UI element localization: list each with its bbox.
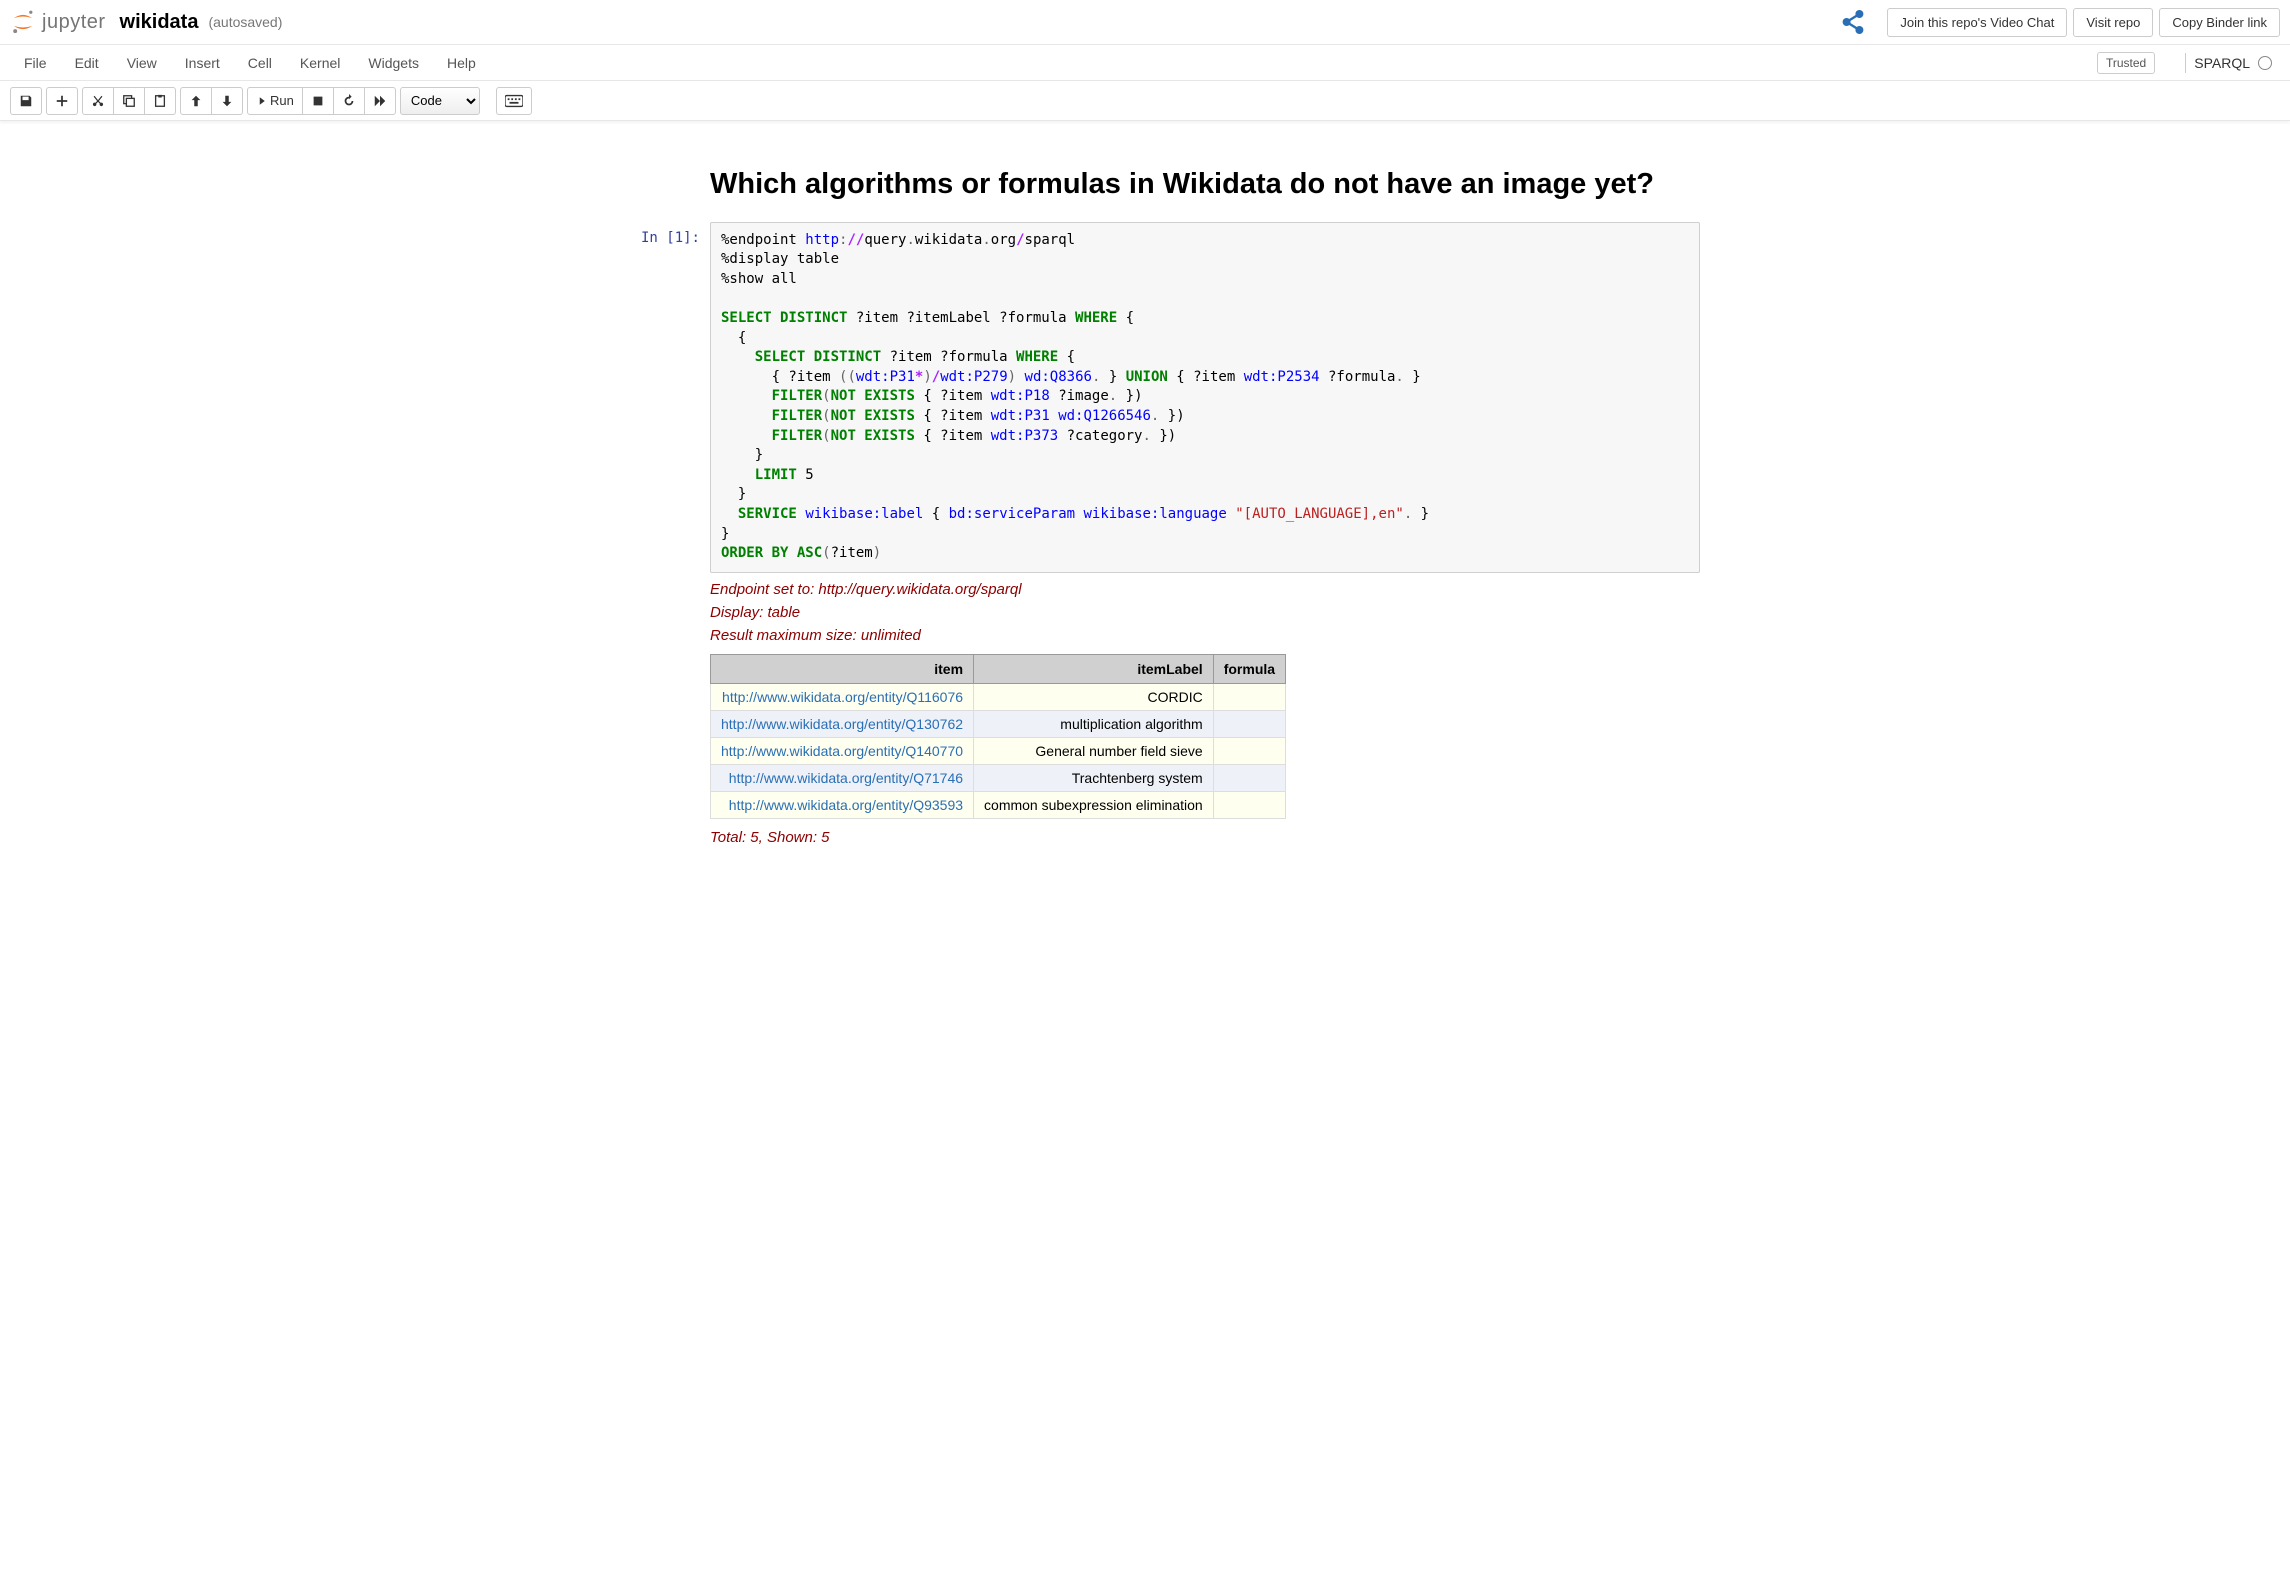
markdown-heading: Which algorithms or formulas in Wikidata… bbox=[710, 166, 1690, 204]
toolbar: Run Code bbox=[0, 81, 2290, 121]
move-down-button[interactable] bbox=[211, 87, 243, 115]
command-palette-button[interactable] bbox=[496, 87, 532, 115]
stop-icon bbox=[311, 94, 325, 108]
copy-binder-button[interactable]: Copy Binder link bbox=[2159, 8, 2280, 37]
table-header: itemLabel bbox=[974, 654, 1214, 683]
kernel-name[interactable]: SPARQL bbox=[2194, 55, 2250, 71]
item-label-cell: Trachtenberg system bbox=[974, 764, 1214, 791]
table-header: item bbox=[711, 654, 974, 683]
menu-help[interactable]: Help bbox=[433, 47, 490, 79]
table-row: http://www.wikidata.org/entity/Q71746 Tra… bbox=[711, 764, 1286, 791]
table-header: formula bbox=[1213, 654, 1285, 683]
table-row: http://www.wikidata.org/entity/Q140770 Ge… bbox=[711, 737, 1286, 764]
scissors-icon bbox=[91, 94, 105, 108]
fast-forward-icon bbox=[373, 94, 387, 108]
markdown-cell[interactable]: Which algorithms or formulas in Wikidata… bbox=[590, 156, 1700, 214]
save-button[interactable] bbox=[10, 87, 42, 115]
menu-kernel[interactable]: Kernel bbox=[286, 47, 354, 79]
run-button[interactable]: Run bbox=[247, 87, 303, 115]
output-area: Endpoint set to: http://query.wikidata.o… bbox=[710, 581, 1700, 846]
item-label-cell: multiplication algorithm bbox=[974, 710, 1214, 737]
item-label-cell: CORDIC bbox=[974, 683, 1214, 710]
table-row: http://www.wikidata.org/entity/Q130762 mu… bbox=[711, 710, 1286, 737]
autosave-status: (autosaved) bbox=[208, 14, 282, 30]
save-icon bbox=[19, 94, 33, 108]
kernel-divider bbox=[2185, 53, 2186, 73]
menu-cell[interactable]: Cell bbox=[234, 47, 286, 79]
video-chat-button[interactable]: Join this repo's Video Chat bbox=[1887, 8, 2067, 37]
item-link[interactable]: http://www.wikidata.org/entity/Q116076 bbox=[722, 689, 963, 705]
kernel-status-icon bbox=[2258, 56, 2272, 70]
output-status-line: Result maximum size: unlimited bbox=[710, 627, 1700, 644]
menubar: File Edit View Insert Cell Kernel Widget… bbox=[0, 45, 2290, 81]
cut-button[interactable] bbox=[82, 87, 114, 115]
header: jupyter wikidata (autosaved) Join this r… bbox=[0, 0, 2290, 45]
code-input-area[interactable]: %endpoint http://query.wikidata.org/spar… bbox=[710, 222, 1700, 573]
binder-icon[interactable] bbox=[1837, 6, 1869, 38]
restart-run-all-button[interactable] bbox=[364, 87, 396, 115]
item-label-cell: General number field sieve bbox=[974, 737, 1214, 764]
add-cell-button[interactable] bbox=[46, 87, 78, 115]
run-icon bbox=[256, 94, 266, 108]
menu-file[interactable]: File bbox=[10, 47, 61, 79]
paste-button[interactable] bbox=[144, 87, 176, 115]
output-status-line: Display: table bbox=[710, 604, 1700, 621]
menu-view[interactable]: View bbox=[113, 47, 171, 79]
jupyter-logo-text: jupyter bbox=[42, 11, 106, 34]
copy-button[interactable] bbox=[113, 87, 145, 115]
formula-cell bbox=[1213, 737, 1285, 764]
item-label-cell: common subexpression elimination bbox=[974, 791, 1214, 818]
arrow-up-icon bbox=[189, 94, 203, 108]
jupyter-icon bbox=[10, 9, 36, 35]
input-prompt: In [1]: bbox=[590, 222, 710, 573]
menu-widgets[interactable]: Widgets bbox=[354, 47, 433, 79]
move-up-button[interactable] bbox=[180, 87, 212, 115]
copy-icon bbox=[122, 94, 136, 108]
visit-repo-button[interactable]: Visit repo bbox=[2073, 8, 2153, 37]
notebook-name[interactable]: wikidata bbox=[120, 11, 199, 34]
restart-button[interactable] bbox=[333, 87, 365, 115]
table-row: http://www.wikidata.org/entity/Q116076 CO… bbox=[711, 683, 1286, 710]
table-row: http://www.wikidata.org/entity/Q93593 com… bbox=[711, 791, 1286, 818]
cell-type-select[interactable]: Code bbox=[400, 87, 480, 115]
item-link[interactable]: http://www.wikidata.org/entity/Q130762 bbox=[721, 716, 963, 732]
arrow-down-icon bbox=[220, 94, 234, 108]
jupyter-logo[interactable]: jupyter bbox=[10, 9, 106, 35]
run-label: Run bbox=[270, 93, 294, 108]
formula-cell bbox=[1213, 791, 1285, 818]
interrupt-button[interactable] bbox=[302, 87, 334, 115]
notebook-container: Which algorithms or formulas in Wikidata… bbox=[575, 141, 1715, 867]
paste-icon bbox=[153, 94, 167, 108]
item-link[interactable]: http://www.wikidata.org/entity/Q71746 bbox=[729, 770, 963, 786]
restart-icon bbox=[342, 94, 356, 108]
item-link[interactable]: http://www.wikidata.org/entity/Q93593 bbox=[729, 797, 963, 813]
keyboard-icon bbox=[505, 94, 523, 108]
plus-icon bbox=[55, 94, 69, 108]
formula-cell bbox=[1213, 710, 1285, 737]
code-cell[interactable]: In [1]: %endpoint http://query.wikidata.… bbox=[590, 222, 1700, 573]
menu-edit[interactable]: Edit bbox=[61, 47, 113, 79]
formula-cell bbox=[1213, 764, 1285, 791]
menu-insert[interactable]: Insert bbox=[171, 47, 234, 79]
result-summary: Total: 5, Shown: 5 bbox=[710, 829, 1700, 846]
formula-cell bbox=[1213, 683, 1285, 710]
result-table: itemitemLabelformula http://www.wikidata… bbox=[710, 654, 1286, 819]
trusted-indicator[interactable]: Trusted bbox=[2097, 52, 2155, 74]
item-link[interactable]: http://www.wikidata.org/entity/Q140770 bbox=[721, 743, 963, 759]
output-status-line: Endpoint set to: http://query.wikidata.o… bbox=[710, 581, 1700, 598]
